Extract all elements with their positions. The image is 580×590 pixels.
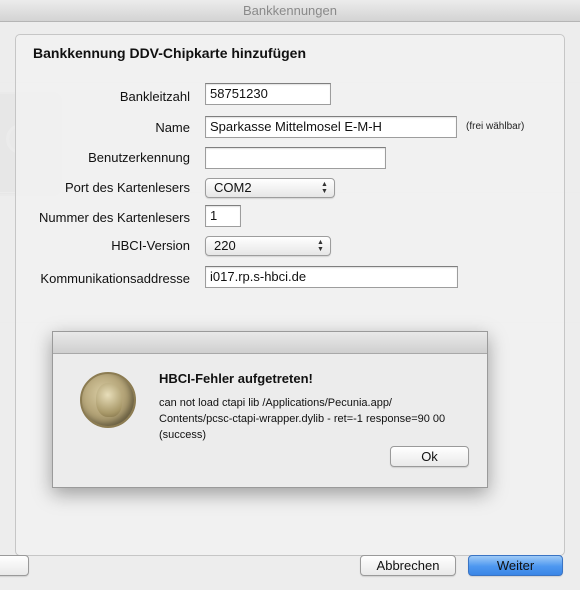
kommunikationsaddresse-field[interactable]: i017.rp.s-hbci.de [205, 266, 458, 288]
partial-left-button[interactable] [0, 555, 29, 576]
coin-icon [80, 372, 136, 428]
alert-message: can not load ctapi lib /Applications/Pec… [159, 397, 446, 441]
coin-portrait [96, 383, 122, 417]
cancel-button[interactable]: Abbrechen [360, 555, 456, 576]
benutzerkennung-field[interactable] [205, 147, 386, 169]
bankleitzahl-field[interactable]: 58751230 [205, 83, 331, 105]
add-bank-id-sheet [0, 22, 580, 590]
name-label: Name [155, 120, 190, 135]
kommunikationsaddresse-label: Kommunikationsaddresse [40, 271, 190, 286]
bankleitzahl-label: Bankleitzahl [119, 89, 190, 104]
popup-arrows-icon: ▲ ▼ [317, 239, 324, 253]
alert-titlebar [53, 332, 487, 354]
error-alert-dialog: HBCI-Fehler aufgetreten! can not load ct… [52, 331, 488, 488]
sheet-title: Bankkennung DDV-Chipkarte hinzufügen [33, 45, 307, 61]
popup-arrows-icon: ▲ ▼ [321, 181, 328, 195]
hbci-version-value: 220 [214, 238, 236, 253]
ok-button[interactable]: Ok [390, 446, 469, 467]
port-popup-value: COM2 [214, 180, 252, 195]
alert-heading: HBCI-Fehler aufgetreten! [159, 371, 313, 386]
nummer-label: Nummer des Kartenlesers [39, 210, 190, 225]
benutzerkennung-label: Benutzerkennung [88, 150, 190, 165]
hbci-version-popup[interactable]: 220 ▲ ▼ [205, 236, 331, 256]
window-title: Bankkennungen [243, 3, 337, 18]
nummer-field[interactable]: 1 [205, 205, 241, 227]
port-label: Port des Kartenlesers [64, 180, 190, 195]
name-hint: (frei wählbar) [466, 121, 525, 132]
hbci-version-label: HBCI-Version [111, 238, 190, 253]
port-popup[interactable]: COM2 ▲ ▼ [205, 178, 335, 198]
window-titlebar: Bankkennungen [0, 0, 580, 22]
name-field[interactable]: Sparkasse Mittelmosel E-M-H [205, 116, 457, 138]
next-button[interactable]: Weiter [468, 555, 563, 576]
